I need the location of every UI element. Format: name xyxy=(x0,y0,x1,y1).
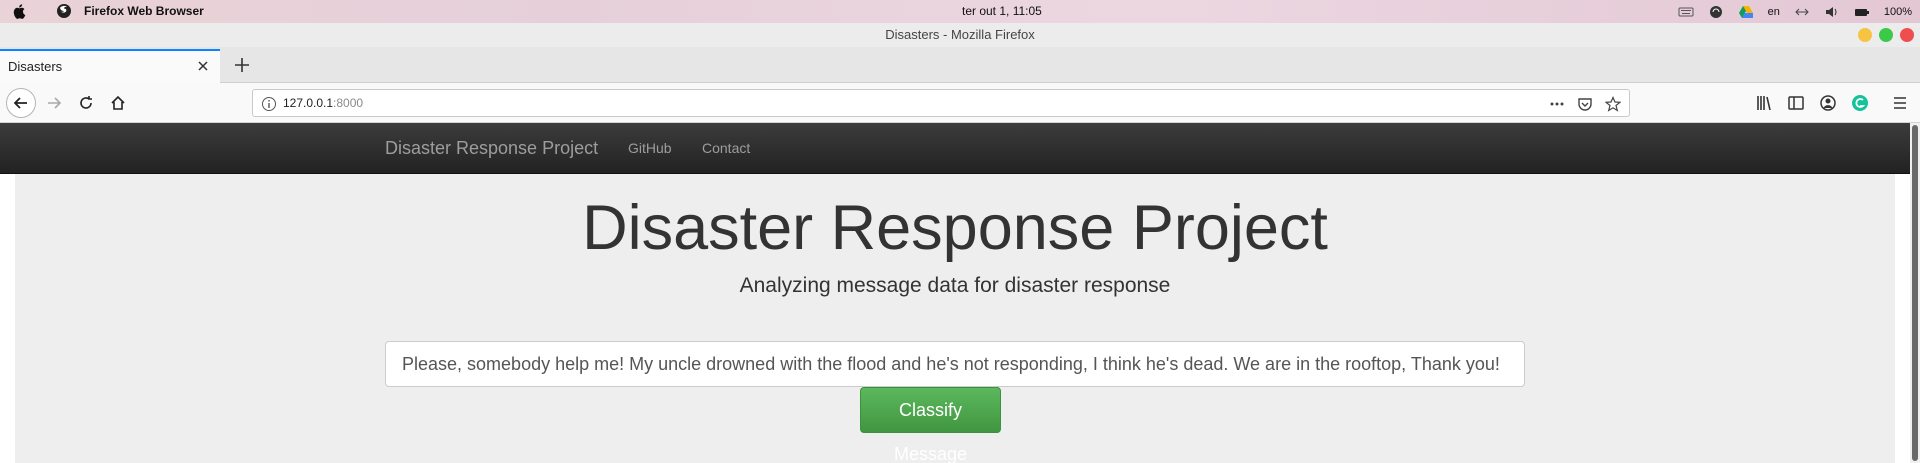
window-controls xyxy=(1858,28,1914,42)
battery-percentage: 100% xyxy=(1883,5,1912,18)
nav-toolbar: 127.0.0.1:8000 xyxy=(0,83,1920,123)
battery-icon[interactable] xyxy=(1854,5,1870,19)
message-input[interactable]: Please, somebody help me! My uncle drown… xyxy=(385,341,1525,387)
pocket-icon[interactable] xyxy=(1577,96,1593,112)
library-icon[interactable] xyxy=(1754,93,1774,113)
window-title: Disasters - Mozilla Firefox xyxy=(885,27,1035,42)
page-title: Disaster Response Project xyxy=(582,193,1328,263)
active-app-name[interactable]: Firefox Web Browser xyxy=(84,4,204,18)
vertical-scrollbar[interactable] xyxy=(1910,123,1920,463)
info-icon[interactable] xyxy=(261,96,277,112)
url-port: :8000 xyxy=(333,96,364,110)
page-viewport: Disaster Response Project GitHub Contact… xyxy=(0,123,1920,463)
scrollbar-thumb[interactable] xyxy=(1912,125,1918,461)
window-titlebar: Disasters - Mozilla Firefox xyxy=(0,23,1920,47)
home-button[interactable] xyxy=(104,89,132,117)
volume-icon[interactable] xyxy=(1824,5,1840,19)
sidebar-icon[interactable] xyxy=(1786,93,1806,113)
apple-icon[interactable] xyxy=(12,3,28,19)
page-subtitle: Analyzing message data for disaster resp… xyxy=(739,274,1171,297)
tab-disasters[interactable]: Disasters xyxy=(0,49,220,83)
url-host: 127.0.0.1 xyxy=(283,96,334,110)
minimize-button[interactable] xyxy=(1858,28,1872,42)
maximize-button[interactable] xyxy=(1879,28,1893,42)
close-window-button[interactable] xyxy=(1900,28,1914,42)
network-icon[interactable] xyxy=(1794,5,1810,19)
tab-title: Disasters xyxy=(8,59,63,74)
account-icon[interactable] xyxy=(1818,93,1838,113)
star-icon[interactable] xyxy=(1605,96,1621,112)
menu-icon[interactable] xyxy=(1890,93,1910,113)
back-button[interactable] xyxy=(6,88,36,118)
forward-button[interactable] xyxy=(40,89,68,117)
forward-icon xyxy=(48,97,62,109)
more-icon[interactable] xyxy=(1549,96,1565,112)
back-icon xyxy=(13,97,27,109)
drive-icon[interactable] xyxy=(1738,5,1754,19)
grammarly-icon[interactable] xyxy=(1850,93,1870,113)
system-tray: en 100% xyxy=(1678,2,1912,21)
jumbotron: Disaster Response Project Analyzing mess… xyxy=(15,174,1895,463)
home-icon xyxy=(111,95,125,110)
close-icon[interactable] xyxy=(194,57,212,75)
nav-link-github[interactable]: GitHub xyxy=(628,140,672,156)
site-navbar: Disaster Response Project GitHub Contact xyxy=(0,123,1910,174)
keyboard-icon[interactable] xyxy=(1678,5,1694,19)
plus-icon[interactable] xyxy=(232,55,252,75)
nav-link-contact[interactable]: Contact xyxy=(702,140,750,156)
reload-button[interactable] xyxy=(72,89,100,117)
site-brand[interactable]: Disaster Response Project xyxy=(385,138,598,159)
sync-icon[interactable] xyxy=(1708,5,1724,19)
firefox-icon xyxy=(57,4,71,18)
tab-strip: Disasters xyxy=(0,47,1920,83)
language-indicator[interactable]: en xyxy=(1768,6,1780,18)
reload-icon xyxy=(80,96,92,109)
classify-message-button[interactable]: Classify Message xyxy=(860,387,1001,463)
url-text[interactable]: 127.0.0.1:8000 xyxy=(283,90,363,116)
address-bar[interactable]: 127.0.0.1:8000 xyxy=(252,89,1630,117)
system-clock[interactable]: ter out 1, 11:05 xyxy=(962,4,1042,18)
os-menubar: Firefox Web Browser ter out 1, 11:05 en … xyxy=(0,0,1920,23)
